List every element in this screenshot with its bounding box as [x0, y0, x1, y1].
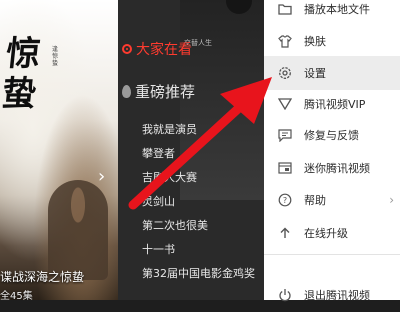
- shirt-icon: [274, 34, 296, 48]
- menu-item-label: 修复与反馈: [304, 129, 359, 142]
- gear-icon: [274, 66, 296, 80]
- folder-icon: [274, 3, 296, 15]
- menu-item-mini-player[interactable]: 迷你腾讯视频: [264, 151, 400, 185]
- menu-item-label: 腾讯视频VIP: [304, 98, 366, 111]
- section-recommend[interactable]: 重磅推荐: [122, 81, 195, 102]
- upgrade-arrow-icon: [274, 226, 296, 240]
- list-item[interactable]: 吉剧人大赛: [142, 169, 255, 193]
- recommend-list: 我就是演员 攀登者 吉剧人大赛 灵剑山 第二次也很美 十一书 第32届中国电影金…: [142, 121, 255, 289]
- section-hot[interactable]: 大家在看: [122, 39, 192, 59]
- menu-item-repair-feedback[interactable]: 修复与反馈: [264, 118, 400, 152]
- list-item[interactable]: 我就是演员: [142, 121, 255, 145]
- menu-item-label: 帮助: [304, 194, 326, 207]
- menu-item-exit[interactable]: 退出腾讯视频: [264, 278, 400, 312]
- menu-item-label: 播放本地文件: [304, 3, 370, 16]
- menu-item-online-upgrade[interactable]: 在线升级: [264, 216, 400, 250]
- poster-title-calligraphy: 惊 蛰: [0, 34, 52, 114]
- menu-item-skin[interactable]: 换肤: [264, 24, 400, 58]
- flame-icon: [122, 85, 131, 98]
- poster-calligraphy-char: 蛰: [0, 74, 39, 114]
- feedback-icon: [274, 128, 296, 142]
- poster-side-text: 逢惊蛰: [52, 46, 59, 67]
- poster-figure-image: [48, 180, 108, 280]
- mini-window-icon: [274, 162, 296, 174]
- menu-item-help[interactable]: ? 帮助 ›: [264, 183, 400, 217]
- section-hot-title: 大家在看: [136, 42, 192, 58]
- poster-episode-count: 全45集: [0, 291, 33, 300]
- list-item[interactable]: 十一书: [142, 241, 255, 265]
- menu-item-label: 退出腾讯视频: [304, 289, 370, 302]
- menu-divider: [264, 254, 400, 255]
- featured-poster[interactable]: 惊 蛰 逢惊蛰 › 谍战深海之惊蛰 全45集: [0, 0, 118, 300]
- menu-item-settings[interactable]: 设置: [264, 56, 400, 90]
- svg-text:?: ?: [283, 196, 287, 205]
- menu-item-label: 换肤: [304, 35, 326, 48]
- menu-item-label: 迷你腾讯视频: [304, 162, 370, 175]
- list-item[interactable]: 灵剑山: [142, 193, 255, 217]
- main-menu-dropdown: 播放本地文件 换肤 设置 腾讯视频VIP 修复与反馈 迷你腾讯视频 ? 帮助 ›…: [264, 0, 400, 302]
- list-item[interactable]: 第32届中国电影金鸡奖: [142, 265, 255, 289]
- recommend-panel: 交替人生 大家在看 重磅推荐 我就是演员 攀登者 吉剧人大赛 灵剑山 第二次也很…: [118, 0, 264, 300]
- menu-item-play-local-file[interactable]: 播放本地文件: [264, 0, 400, 26]
- list-item[interactable]: 攀登者: [142, 145, 255, 169]
- hot-icon: [122, 44, 132, 54]
- menu-item-label: 在线升级: [304, 227, 348, 240]
- poster-calligraphy-char: 惊: [4, 34, 43, 74]
- help-icon: ?: [274, 193, 296, 207]
- list-item[interactable]: 第二次也很美: [142, 217, 255, 241]
- menu-item-label: 设置: [304, 67, 326, 80]
- chevron-right-icon[interactable]: ›: [98, 168, 105, 186]
- vip-icon: [274, 98, 296, 110]
- menu-item-vip[interactable]: 腾讯视频VIP: [264, 87, 400, 121]
- chevron-right-icon: ›: [389, 193, 394, 207]
- poster-caption: 谍战深海之惊蛰: [0, 270, 85, 284]
- section-recommend-title: 重磅推荐: [135, 83, 196, 101]
